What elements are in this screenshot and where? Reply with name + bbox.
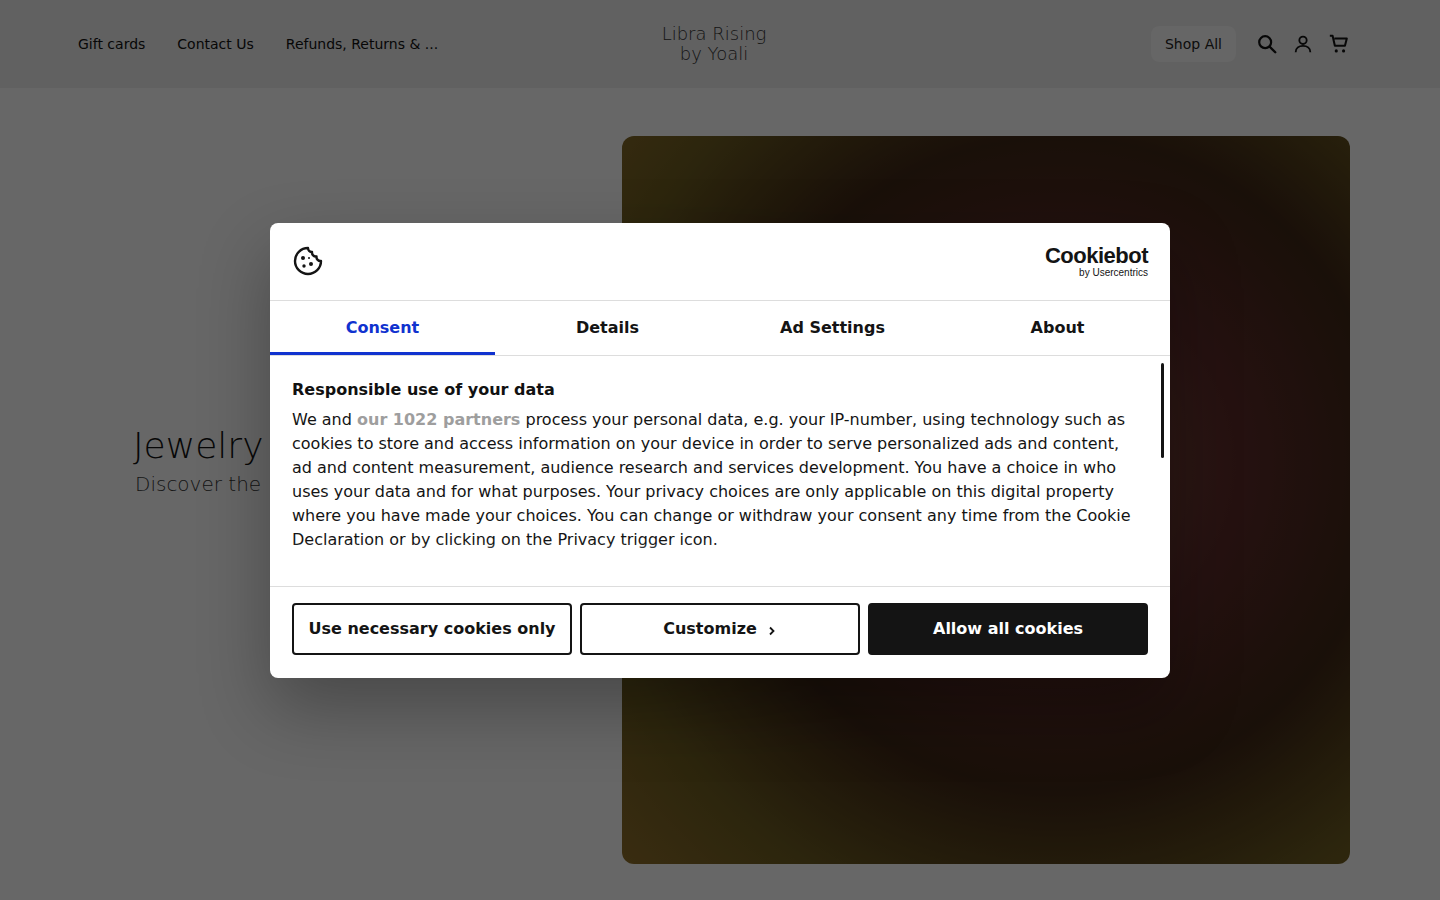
consent-button[interactable]: Allow all cookies [868,603,1148,655]
consent-text: We and our 1022 partners process your pe… [292,408,1140,552]
consent-button[interactable]: Customize [580,603,860,655]
modal-overlay: Cookiebotby Usercentrics ConsentDetailsAd… [0,0,1440,900]
dialog-header: Cookiebotby Usercentrics [270,223,1170,301]
text-fade [270,542,1170,586]
brand-byline: by Usercentrics [1079,268,1148,278]
dialog-tabs: ConsentDetailsAd SettingsAbout [270,301,1170,356]
cookie-dialog: Cookiebotby Usercentrics ConsentDetailsAd… [270,223,1170,678]
store-page: Gift cardsContact UsRefunds, Returns & .… [0,0,1440,900]
scrollbar-thumb[interactable] [1161,363,1164,458]
cookie-icon [292,245,324,277]
brand-name: Cookiebot [1045,245,1148,267]
partners-link[interactable]: our 1022 partners [357,410,520,429]
dialog-tab[interactable]: Details [495,301,720,355]
dialog-tab[interactable]: About [945,301,1170,355]
dialog-body: Responsible use of your data We and our 1… [270,356,1170,587]
dialog-footer: Use necessary cookies onlyCustomizeAllow… [270,587,1170,678]
cookiebot-logo[interactable]: Cookiebotby Usercentrics [1045,245,1148,278]
dialog-tab[interactable]: Ad Settings [720,301,945,355]
consent-button[interactable]: Use necessary cookies only [292,603,572,655]
dialog-heading: Responsible use of your data [292,380,1140,400]
chevron-right-icon [767,626,777,636]
dialog-tab[interactable]: Consent [270,301,495,355]
